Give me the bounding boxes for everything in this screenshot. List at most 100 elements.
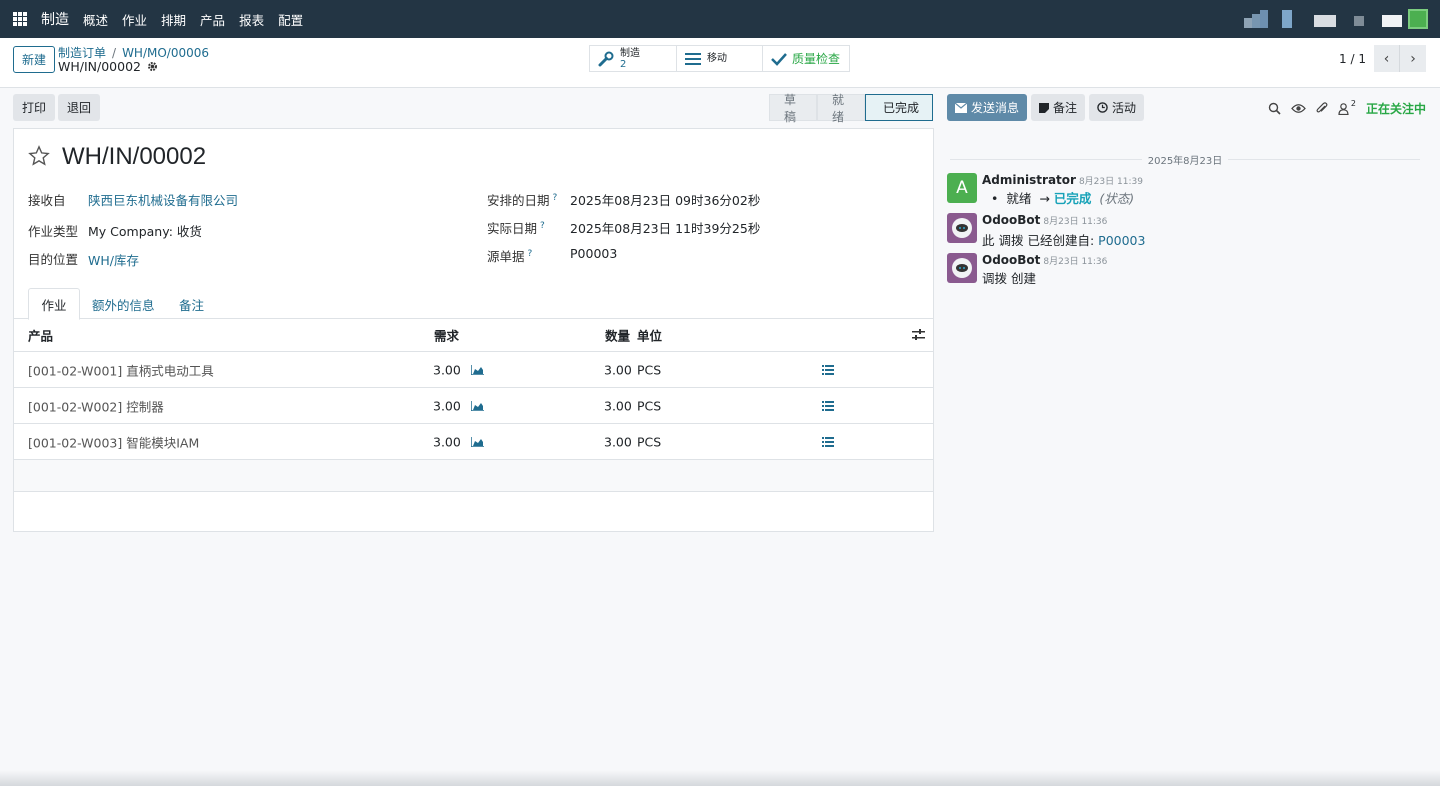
forecast-chart-icon[interactable] xyxy=(471,400,484,411)
moves-label: 移动 xyxy=(707,53,727,64)
search-icon[interactable] xyxy=(1268,102,1281,115)
following-button[interactable]: 正在关注中 xyxy=(1366,100,1426,117)
breadcrumb-item-mo-list[interactable]: 制造订单 xyxy=(58,46,106,60)
message-date: 8月23日 11:36 xyxy=(1043,257,1108,267)
table-row[interactable]: [001-02-W001] 直柄式电动工具 3.00 3.00 PCS xyxy=(14,352,933,388)
new-button[interactable]: 新建 xyxy=(13,46,56,73)
log-note-button[interactable]: 备注 xyxy=(1031,94,1086,121)
return-button[interactable]: 退回 xyxy=(58,94,101,121)
manufacture-smart-button[interactable]: 制造 2 xyxy=(590,46,677,71)
robot-icon xyxy=(952,258,972,278)
systray-icon-1b[interactable] xyxy=(1252,14,1260,28)
systray xyxy=(1244,6,1428,32)
followers-button[interactable]: 2 xyxy=(1338,99,1356,115)
send-message-button[interactable]: 发送消息 xyxy=(947,94,1028,121)
menu-item-configuration[interactable]: 配置 xyxy=(278,10,303,29)
activity-button[interactable]: 活动 xyxy=(1089,94,1145,121)
details-list-icon[interactable] xyxy=(822,400,834,411)
apps-menu-icon[interactable] xyxy=(13,12,27,26)
menu-item-overview[interactable]: 概述 xyxy=(83,10,108,29)
paperclip-icon[interactable] xyxy=(1316,102,1328,115)
pager: 1 / 1 ‹ › xyxy=(1339,45,1426,72)
menu-item-operations[interactable]: 作业 xyxy=(122,10,147,29)
column-header-product[interactable]: 产品 xyxy=(28,326,53,345)
row-demand[interactable]: 3.00 xyxy=(433,434,461,449)
details-list-icon[interactable] xyxy=(822,436,834,447)
status-done[interactable]: 已完成 xyxy=(865,94,933,121)
gear-icon[interactable] xyxy=(147,61,158,72)
author-name[interactable]: Administrator xyxy=(982,173,1076,187)
moves-smart-button[interactable]: 移动 xyxy=(677,46,763,71)
eye-icon[interactable] xyxy=(1291,103,1306,114)
followers-count: 2 xyxy=(1350,98,1356,108)
menu-item-planning[interactable]: 排期 xyxy=(161,10,186,29)
field-label-effective-date: 实际日期? xyxy=(487,218,545,237)
tab-operations[interactable]: 作业 xyxy=(28,288,80,320)
menu-item-products[interactable]: 产品 xyxy=(200,10,225,29)
systray-icon-1[interactable] xyxy=(1244,18,1252,28)
activity-label: 活动 xyxy=(1112,101,1137,115)
column-header-quantity[interactable]: 数量 xyxy=(605,326,630,345)
message-author: OdooBot 8月23日 11:36 xyxy=(982,213,1107,227)
pager-previous-button[interactable]: ‹ xyxy=(1374,45,1400,72)
row-product[interactable]: [001-02-W003] 智能模块IAM xyxy=(28,432,199,451)
field-value-destination[interactable]: WH/库存 xyxy=(88,250,139,269)
author-name[interactable]: OdooBot xyxy=(982,253,1040,267)
table-row[interactable]: [001-02-W003] 智能模块IAM 3.00 3.00 PCS xyxy=(14,424,933,460)
row-demand[interactable]: 3.00 xyxy=(433,362,461,377)
help-icon[interactable]: ? xyxy=(553,193,558,203)
systray-icon-1c[interactable] xyxy=(1260,10,1268,28)
row-quantity[interactable]: 3.00 xyxy=(604,434,632,449)
table-footer-row xyxy=(14,460,933,492)
systray-icon-2[interactable] xyxy=(1282,10,1292,28)
breadcrumb-item-mo[interactable]: WH/MO/00006 xyxy=(122,46,209,60)
odoobot-avatar[interactable] xyxy=(947,213,977,243)
robot-icon xyxy=(952,218,972,238)
row-quantity[interactable]: 3.00 xyxy=(604,398,632,413)
message-date: 8月23日 11:36 xyxy=(1043,217,1108,227)
row-product[interactable]: [001-02-W001] 直柄式电动工具 xyxy=(28,360,214,379)
column-header-uom[interactable]: 单位 xyxy=(637,326,662,345)
tab-additional-info[interactable]: 额外的信息 xyxy=(92,288,155,320)
help-icon[interactable]: ? xyxy=(540,221,545,231)
row-quantity[interactable]: 3.00 xyxy=(604,362,632,377)
field-value-partner[interactable]: 陕西巨东机械设备有限公司 xyxy=(88,190,238,209)
optional-columns-icon[interactable] xyxy=(912,329,925,341)
details-list-icon[interactable] xyxy=(822,364,834,375)
odoobot-avatar[interactable] xyxy=(947,253,977,283)
forecast-chart-icon[interactable] xyxy=(471,364,484,375)
table-row[interactable]: [001-02-W002] 控制器 3.00 3.00 PCS xyxy=(14,388,933,424)
status-ready[interactable]: 就绪 xyxy=(817,93,865,124)
field-label-destination: 目的位置 xyxy=(28,252,79,267)
column-header-demand[interactable]: 需求 xyxy=(434,326,459,345)
effective-date-label-text: 实际日期 xyxy=(487,221,538,236)
status-draft[interactable]: 草稿 xyxy=(769,93,817,124)
quality-check-smart-button[interactable]: 质量检查 xyxy=(763,46,849,71)
quality-check-label: 质量检查 xyxy=(792,52,841,66)
systray-icon-3[interactable] xyxy=(1314,15,1336,27)
message-link[interactable]: P00003 xyxy=(1098,233,1145,248)
field-value-source-document[interactable]: P00003 xyxy=(570,246,617,261)
star-icon[interactable] xyxy=(28,145,50,167)
pager-value[interactable]: 1 / 1 xyxy=(1339,52,1366,66)
app-name[interactable]: 制造 xyxy=(41,9,69,29)
menu-item-reporting[interactable]: 报表 xyxy=(239,10,264,29)
systray-icon-4[interactable] xyxy=(1354,16,1364,26)
systray-icon-5[interactable] xyxy=(1382,15,1402,27)
field-value-operation-type[interactable]: My Company: 收货 xyxy=(88,221,202,240)
user-avatar[interactable] xyxy=(1408,9,1428,29)
old-value: 就绪 xyxy=(1006,191,1032,206)
row-demand[interactable]: 3.00 xyxy=(433,398,461,413)
author-name[interactable]: OdooBot xyxy=(982,213,1040,227)
forecast-chart-icon[interactable] xyxy=(471,436,484,447)
avatar[interactable]: A xyxy=(947,173,977,203)
print-button[interactable]: 打印 xyxy=(13,94,56,121)
pager-next-button[interactable]: › xyxy=(1400,45,1426,72)
breadcrumb-separator: / xyxy=(112,46,117,60)
current-record: WH/IN/00002 xyxy=(58,59,158,74)
row-product[interactable]: [001-02-W002] 控制器 xyxy=(28,396,164,415)
record-title: WH/IN/00002 xyxy=(62,143,207,170)
help-icon[interactable]: ? xyxy=(528,249,533,259)
field-value-scheduled-date[interactable]: 2025年08月23日 09时36分02秒 xyxy=(570,190,760,209)
tab-notes[interactable]: 备注 xyxy=(179,288,204,320)
